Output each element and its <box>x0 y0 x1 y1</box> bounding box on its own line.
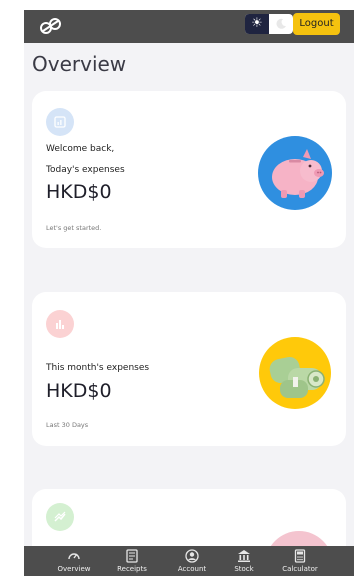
nav-item-calculator[interactable]: Calculator <box>270 546 330 576</box>
nav-item-account[interactable]: Account <box>162 546 222 576</box>
nav-label-overview: Overview <box>57 565 91 573</box>
theme-toggle[interactable]: ☀ <box>245 14 293 34</box>
monthly-expenses-label: This month's expenses <box>46 363 150 373</box>
nav-item-overview[interactable]: Overview <box>44 546 104 576</box>
receipt-icon <box>126 549 138 563</box>
todays-expenses-label: Today's expenses <box>46 165 125 175</box>
card-footer-text: Let's get started. <box>46 224 102 232</box>
app-frame: ☀ Logout Overview Welcome back, Today's … <box>24 10 354 576</box>
card-footer-text: Last 30 Days <box>46 421 89 429</box>
bank-icon <box>238 550 250 562</box>
sun-icon[interactable]: ☀ <box>245 14 269 34</box>
account-icon <box>185 549 199 563</box>
bar-chart-icon <box>46 310 74 338</box>
monthly-expenses-card[interactable]: This month's expenses HKD$0 Last 30 Days <box>32 292 346 446</box>
speedometer-icon <box>68 553 80 560</box>
nav-label-stock: Stock <box>234 565 254 573</box>
monthly-expenses-amount: HKD$0 <box>46 380 112 402</box>
page-title: Overview <box>32 52 127 76</box>
nav-label-receipts: Receipts <box>117 565 147 573</box>
top-bar: ☀ Logout <box>24 10 354 43</box>
money-rolls-image <box>259 337 331 409</box>
nav-item-receipts[interactable]: Receipts <box>102 546 162 576</box>
logo-icon[interactable] <box>38 16 64 36</box>
todays-expenses-card[interactable]: Welcome back, Today's expenses HKD$0 Let… <box>32 91 346 248</box>
trend-icon <box>46 503 74 531</box>
nav-label-account: Account <box>177 565 207 573</box>
calculator-icon <box>294 549 306 563</box>
todays-expenses-amount: HKD$0 <box>46 181 112 203</box>
moon-icon[interactable] <box>269 14 293 34</box>
chart-icon <box>46 108 74 136</box>
nav-label-calculator: Calculator <box>282 565 318 573</box>
logout-button[interactable]: Logout <box>293 13 340 35</box>
piggy-bank-image <box>258 136 332 210</box>
welcome-text: Welcome back, <box>46 144 115 154</box>
nav-item-stock[interactable]: Stock <box>214 546 274 576</box>
bottom-nav: Overview Receipts Account Stock Calculat… <box>24 546 354 576</box>
